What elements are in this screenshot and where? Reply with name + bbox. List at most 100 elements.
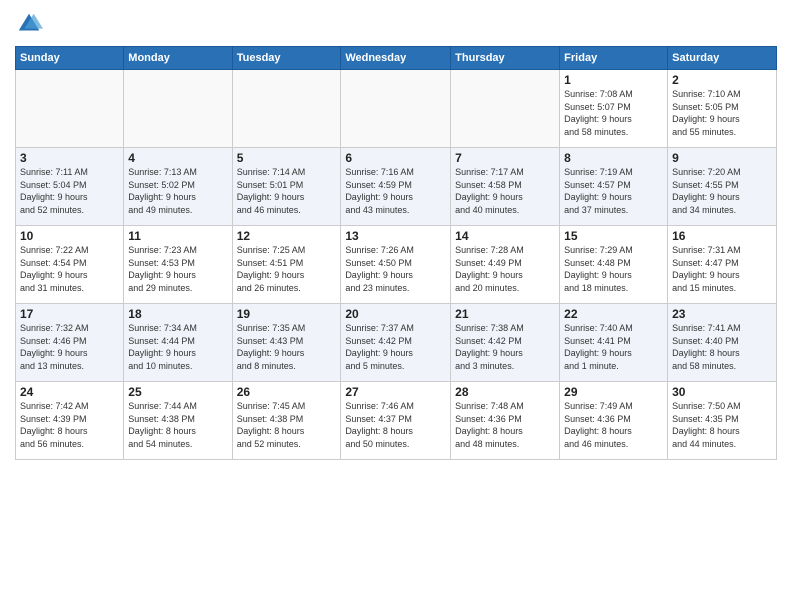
week-row-5: 24Sunrise: 7:42 AM Sunset: 4:39 PM Dayli… (16, 382, 777, 460)
day-info: Sunrise: 7:08 AM Sunset: 5:07 PM Dayligh… (564, 88, 663, 138)
week-row-3: 10Sunrise: 7:22 AM Sunset: 4:54 PM Dayli… (16, 226, 777, 304)
calendar-cell: 15Sunrise: 7:29 AM Sunset: 4:48 PM Dayli… (560, 226, 668, 304)
weekday-header-wednesday: Wednesday (341, 47, 451, 70)
calendar-cell: 4Sunrise: 7:13 AM Sunset: 5:02 PM Daylig… (124, 148, 232, 226)
day-info: Sunrise: 7:49 AM Sunset: 4:36 PM Dayligh… (564, 400, 663, 450)
day-info: Sunrise: 7:25 AM Sunset: 4:51 PM Dayligh… (237, 244, 337, 294)
calendar-cell: 25Sunrise: 7:44 AM Sunset: 4:38 PM Dayli… (124, 382, 232, 460)
day-number: 7 (455, 151, 555, 165)
weekday-header-thursday: Thursday (451, 47, 560, 70)
calendar-cell: 7Sunrise: 7:17 AM Sunset: 4:58 PM Daylig… (451, 148, 560, 226)
calendar-cell: 1Sunrise: 7:08 AM Sunset: 5:07 PM Daylig… (560, 70, 668, 148)
day-number: 15 (564, 229, 663, 243)
day-number: 27 (345, 385, 446, 399)
day-number: 6 (345, 151, 446, 165)
calendar-cell (232, 70, 341, 148)
calendar-cell: 24Sunrise: 7:42 AM Sunset: 4:39 PM Dayli… (16, 382, 124, 460)
weekday-header-tuesday: Tuesday (232, 47, 341, 70)
day-info: Sunrise: 7:16 AM Sunset: 4:59 PM Dayligh… (345, 166, 446, 216)
day-number: 9 (672, 151, 772, 165)
day-number: 3 (20, 151, 119, 165)
day-number: 12 (237, 229, 337, 243)
day-number: 20 (345, 307, 446, 321)
week-row-4: 17Sunrise: 7:32 AM Sunset: 4:46 PM Dayli… (16, 304, 777, 382)
calendar-cell: 2Sunrise: 7:10 AM Sunset: 5:05 PM Daylig… (668, 70, 777, 148)
weekday-header-friday: Friday (560, 47, 668, 70)
calendar-cell (341, 70, 451, 148)
day-info: Sunrise: 7:13 AM Sunset: 5:02 PM Dayligh… (128, 166, 227, 216)
calendar-table: SundayMondayTuesdayWednesdayThursdayFrid… (15, 46, 777, 460)
day-info: Sunrise: 7:37 AM Sunset: 4:42 PM Dayligh… (345, 322, 446, 372)
day-info: Sunrise: 7:10 AM Sunset: 5:05 PM Dayligh… (672, 88, 772, 138)
calendar-cell: 13Sunrise: 7:26 AM Sunset: 4:50 PM Dayli… (341, 226, 451, 304)
calendar-cell: 8Sunrise: 7:19 AM Sunset: 4:57 PM Daylig… (560, 148, 668, 226)
day-info: Sunrise: 7:28 AM Sunset: 4:49 PM Dayligh… (455, 244, 555, 294)
day-info: Sunrise: 7:23 AM Sunset: 4:53 PM Dayligh… (128, 244, 227, 294)
day-info: Sunrise: 7:46 AM Sunset: 4:37 PM Dayligh… (345, 400, 446, 450)
day-info: Sunrise: 7:50 AM Sunset: 4:35 PM Dayligh… (672, 400, 772, 450)
day-number: 26 (237, 385, 337, 399)
calendar-cell: 17Sunrise: 7:32 AM Sunset: 4:46 PM Dayli… (16, 304, 124, 382)
weekday-header-monday: Monday (124, 47, 232, 70)
day-info: Sunrise: 7:11 AM Sunset: 5:04 PM Dayligh… (20, 166, 119, 216)
calendar-cell: 16Sunrise: 7:31 AM Sunset: 4:47 PM Dayli… (668, 226, 777, 304)
day-number: 18 (128, 307, 227, 321)
day-number: 29 (564, 385, 663, 399)
day-info: Sunrise: 7:44 AM Sunset: 4:38 PM Dayligh… (128, 400, 227, 450)
day-number: 24 (20, 385, 119, 399)
page-container: SundayMondayTuesdayWednesdayThursdayFrid… (0, 0, 792, 465)
day-number: 19 (237, 307, 337, 321)
week-row-2: 3Sunrise: 7:11 AM Sunset: 5:04 PM Daylig… (16, 148, 777, 226)
day-number: 5 (237, 151, 337, 165)
calendar-cell: 23Sunrise: 7:41 AM Sunset: 4:40 PM Dayli… (668, 304, 777, 382)
day-info: Sunrise: 7:34 AM Sunset: 4:44 PM Dayligh… (128, 322, 227, 372)
header (15, 10, 777, 38)
calendar-cell: 12Sunrise: 7:25 AM Sunset: 4:51 PM Dayli… (232, 226, 341, 304)
calendar-cell: 3Sunrise: 7:11 AM Sunset: 5:04 PM Daylig… (16, 148, 124, 226)
day-info: Sunrise: 7:17 AM Sunset: 4:58 PM Dayligh… (455, 166, 555, 216)
day-info: Sunrise: 7:35 AM Sunset: 4:43 PM Dayligh… (237, 322, 337, 372)
day-info: Sunrise: 7:48 AM Sunset: 4:36 PM Dayligh… (455, 400, 555, 450)
weekday-header-sunday: Sunday (16, 47, 124, 70)
calendar-cell: 19Sunrise: 7:35 AM Sunset: 4:43 PM Dayli… (232, 304, 341, 382)
calendar-cell: 29Sunrise: 7:49 AM Sunset: 4:36 PM Dayli… (560, 382, 668, 460)
day-info: Sunrise: 7:40 AM Sunset: 4:41 PM Dayligh… (564, 322, 663, 372)
calendar-cell: 6Sunrise: 7:16 AM Sunset: 4:59 PM Daylig… (341, 148, 451, 226)
day-info: Sunrise: 7:41 AM Sunset: 4:40 PM Dayligh… (672, 322, 772, 372)
day-info: Sunrise: 7:26 AM Sunset: 4:50 PM Dayligh… (345, 244, 446, 294)
day-number: 11 (128, 229, 227, 243)
calendar-cell: 26Sunrise: 7:45 AM Sunset: 4:38 PM Dayli… (232, 382, 341, 460)
day-info: Sunrise: 7:42 AM Sunset: 4:39 PM Dayligh… (20, 400, 119, 450)
calendar-cell: 21Sunrise: 7:38 AM Sunset: 4:42 PM Dayli… (451, 304, 560, 382)
day-number: 25 (128, 385, 227, 399)
logo-icon (15, 10, 43, 38)
day-number: 23 (672, 307, 772, 321)
day-number: 28 (455, 385, 555, 399)
calendar-cell: 5Sunrise: 7:14 AM Sunset: 5:01 PM Daylig… (232, 148, 341, 226)
calendar-cell: 10Sunrise: 7:22 AM Sunset: 4:54 PM Dayli… (16, 226, 124, 304)
day-number: 22 (564, 307, 663, 321)
weekday-header-row: SundayMondayTuesdayWednesdayThursdayFrid… (16, 47, 777, 70)
day-number: 1 (564, 73, 663, 87)
day-info: Sunrise: 7:20 AM Sunset: 4:55 PM Dayligh… (672, 166, 772, 216)
day-info: Sunrise: 7:38 AM Sunset: 4:42 PM Dayligh… (455, 322, 555, 372)
calendar-cell: 20Sunrise: 7:37 AM Sunset: 4:42 PM Dayli… (341, 304, 451, 382)
day-number: 2 (672, 73, 772, 87)
weekday-header-saturday: Saturday (668, 47, 777, 70)
day-info: Sunrise: 7:19 AM Sunset: 4:57 PM Dayligh… (564, 166, 663, 216)
day-number: 10 (20, 229, 119, 243)
day-info: Sunrise: 7:22 AM Sunset: 4:54 PM Dayligh… (20, 244, 119, 294)
calendar-cell: 18Sunrise: 7:34 AM Sunset: 4:44 PM Dayli… (124, 304, 232, 382)
calendar-cell: 22Sunrise: 7:40 AM Sunset: 4:41 PM Dayli… (560, 304, 668, 382)
day-info: Sunrise: 7:32 AM Sunset: 4:46 PM Dayligh… (20, 322, 119, 372)
day-number: 8 (564, 151, 663, 165)
day-info: Sunrise: 7:29 AM Sunset: 4:48 PM Dayligh… (564, 244, 663, 294)
calendar-cell: 14Sunrise: 7:28 AM Sunset: 4:49 PM Dayli… (451, 226, 560, 304)
calendar-cell: 27Sunrise: 7:46 AM Sunset: 4:37 PM Dayli… (341, 382, 451, 460)
day-number: 17 (20, 307, 119, 321)
week-row-1: 1Sunrise: 7:08 AM Sunset: 5:07 PM Daylig… (16, 70, 777, 148)
day-info: Sunrise: 7:45 AM Sunset: 4:38 PM Dayligh… (237, 400, 337, 450)
day-number: 21 (455, 307, 555, 321)
logo (15, 10, 47, 38)
day-number: 13 (345, 229, 446, 243)
